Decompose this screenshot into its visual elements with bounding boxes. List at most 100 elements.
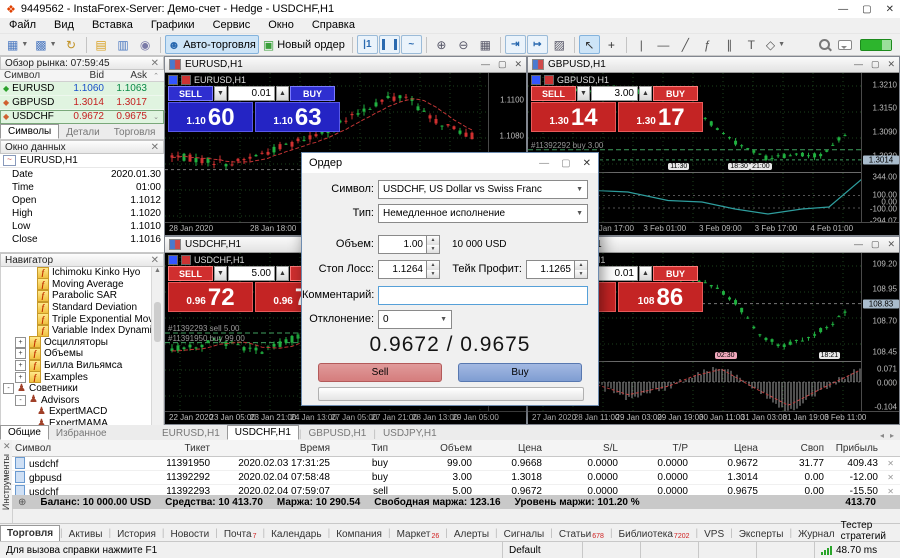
scroll-right-icon[interactable]: ▸	[890, 431, 894, 440]
strategy-tester-link[interactable]: Тестер стратегий	[841, 520, 900, 542]
column-header[interactable]: T/P	[624, 443, 694, 454]
sell-button[interactable]: SELL	[168, 266, 213, 281]
spin-up-icon[interactable]: ▲	[575, 261, 587, 270]
new-chart-button[interactable]: ▦▼	[4, 35, 31, 54]
tree-item-объемы[interactable]: +fОбъемы	[1, 348, 163, 360]
spin-down-icon[interactable]: ▼	[575, 270, 587, 279]
chart-title-bar[interactable]: EURUSD,H1—▢✕	[165, 57, 526, 73]
market-watch-button[interactable]: ▤	[91, 35, 112, 54]
tab-Общие[interactable]: Общие	[0, 425, 49, 440]
volume-input[interactable]: 3.00	[591, 86, 638, 101]
chart-tab-gbpusd,h1[interactable]: GBPUSD,H1	[302, 427, 374, 440]
dialog-minimize-button[interactable]: —	[539, 158, 549, 169]
toolbox-tab-статьи[interactable]: Статьи678	[553, 527, 610, 542]
crosshair-button[interactable]: +	[601, 35, 622, 54]
tile-windows-button[interactable]: ▦	[475, 35, 496, 54]
tab-Символы[interactable]: Символы	[0, 124, 59, 139]
menu-Окно[interactable]: Окно	[259, 18, 303, 33]
sell-button[interactable]: Sell	[318, 363, 442, 382]
volume-up-icon[interactable]: ▲	[276, 266, 289, 281]
close-button[interactable]: ✕	[514, 59, 522, 70]
maximize-button[interactable]: ▢	[498, 59, 507, 70]
sell-button[interactable]: SELL	[168, 86, 213, 101]
buy-button[interactable]: Buy	[458, 363, 582, 382]
menu-Справка[interactable]: Справка	[303, 18, 364, 33]
toolbox-tab-алерты[interactable]: Алерты	[448, 527, 495, 542]
column-header[interactable]: Цена	[478, 443, 548, 454]
toolbox-tab-новости[interactable]: Новости	[164, 527, 215, 542]
symbol-select[interactable]: USDCHF, US Dollar vs Swiss Franc▼	[378, 180, 588, 199]
chart-tab-usdchf,h1[interactable]: USDCHF,H1	[227, 425, 299, 440]
minimize-button[interactable]: —	[481, 59, 490, 70]
profiles-button[interactable]: ▩▼	[32, 35, 59, 54]
chart-shift-button[interactable]: ⇥	[505, 35, 526, 54]
toolbox-tab-торговля[interactable]: Торговля	[0, 525, 60, 542]
volume-up-icon[interactable]: ▲	[639, 86, 652, 101]
oneclick-toggle-icon[interactable]	[168, 255, 178, 265]
volume-down-icon[interactable]: ▼	[214, 266, 227, 281]
market-watch-header[interactable]: Обзор рынка: 07:59:45✕	[0, 56, 164, 70]
tree-item-билла-вильямса[interactable]: +fБилла Вильямса	[1, 360, 163, 372]
minimize-button[interactable]: —	[854, 59, 863, 70]
column-header[interactable]: Прибыль	[830, 443, 884, 454]
scroll-thumb[interactable]	[154, 302, 161, 342]
menu-Сервис[interactable]: Сервис	[204, 18, 260, 33]
navigator-scrollbar[interactable]: ▲▼	[151, 267, 163, 440]
column-header[interactable]: Объем	[394, 443, 478, 454]
minimize-button[interactable]: —	[838, 4, 848, 15]
tree-item-moving-average[interactable]: fMoving Average	[1, 279, 163, 291]
zoom-in-button[interactable]: ⊕	[431, 35, 452, 54]
collapse-icon[interactable]: -	[15, 395, 26, 406]
menu-Графики[interactable]: Графики	[142, 18, 204, 33]
tree-item-ichimoku-kinko-hyo[interactable]: fIchimoku Kinko Hyo	[1, 267, 163, 279]
maximize-button[interactable]: ▢	[871, 59, 880, 70]
tree-item-advisors[interactable]: -♟Advisors	[1, 395, 163, 407]
buy-price[interactable]: 1.1063	[255, 102, 340, 132]
chat-icon[interactable]	[838, 40, 852, 50]
price-axis[interactable]: 109.20108.95108.70108.45108.830.0710.000…	[861, 253, 899, 412]
toolbox-strip-label[interactable]: Инструменты	[1, 454, 11, 510]
toolbox-tab-календарь[interactable]: Календарь	[265, 527, 327, 542]
column-Ask[interactable]: Ask	[107, 70, 150, 81]
market-watch-row-usdchf[interactable]: ◆USDCHF0.96720.9675⌄	[0, 110, 164, 124]
take-profit-spin-buttons[interactable]: ▲▼	[575, 260, 588, 279]
menu-Файл[interactable]: Файл	[0, 18, 45, 33]
toolbox-tab-журнал[interactable]: Журнал	[792, 527, 841, 542]
data-window-button[interactable]: ▥	[113, 35, 134, 54]
auto-scroll-button[interactable]: ↦	[527, 35, 548, 54]
volume-down-icon[interactable]: ▼	[214, 86, 227, 101]
toolbox-tab-почта[interactable]: Почта7	[218, 527, 263, 542]
buy-button[interactable]: BUY	[653, 266, 698, 281]
volume-input[interactable]: 0.01	[228, 86, 275, 101]
depth-toggle-icon[interactable]	[544, 75, 554, 85]
refresh-button[interactable]: ↻	[61, 35, 82, 54]
shapes-button[interactable]: ◇▼	[763, 35, 788, 54]
tab-Избранное[interactable]: Избранное	[49, 427, 114, 440]
search-icon[interactable]	[819, 39, 830, 50]
menu-Вставка[interactable]: Вставка	[83, 18, 142, 33]
chart-tab-eurusd,h1[interactable]: EURUSD,H1	[155, 427, 227, 440]
navigator-header[interactable]: Навигатор✕	[0, 253, 164, 267]
column-Bid[interactable]: Bid	[62, 70, 107, 81]
oneclick-toggle-icon[interactable]	[168, 75, 178, 85]
close-position-icon[interactable]: ✕	[884, 473, 900, 482]
close-button[interactable]: ✕	[887, 239, 895, 250]
buy-price[interactable]: 1.3017	[618, 102, 703, 132]
spin-up-icon[interactable]: ▲	[427, 236, 439, 245]
volume-stepper[interactable]: 1.00 ▲▼	[378, 235, 440, 254]
tree-item-variable-index-dynamic-a[interactable]: fVariable Index Dynamic A	[1, 325, 163, 337]
tab-Детали[interactable]: Детали	[59, 126, 106, 139]
expand-icon[interactable]: +	[15, 360, 26, 371]
collapse-icon[interactable]: -	[3, 383, 14, 394]
scroll-up-icon[interactable]: ⌃	[150, 72, 162, 80]
toolbox-tab-библиотека[interactable]: Библиотека7202	[613, 527, 696, 542]
trendline-button[interactable]: ╱	[675, 35, 696, 54]
line-chart-button[interactable]: ~	[401, 35, 422, 54]
cursor-button[interactable]: ↖	[579, 35, 600, 54]
maximize-button[interactable]: ▢	[871, 239, 880, 250]
dialog-close-button[interactable]: ✕	[583, 158, 591, 169]
volume-up-icon[interactable]: ▲	[276, 86, 289, 101]
candles-chart-button[interactable]	[379, 35, 400, 54]
column-header[interactable]: Тикет	[98, 443, 216, 454]
market-watch-row-gbpusd[interactable]: ◆GBPUSD1.30141.3017	[0, 96, 164, 110]
